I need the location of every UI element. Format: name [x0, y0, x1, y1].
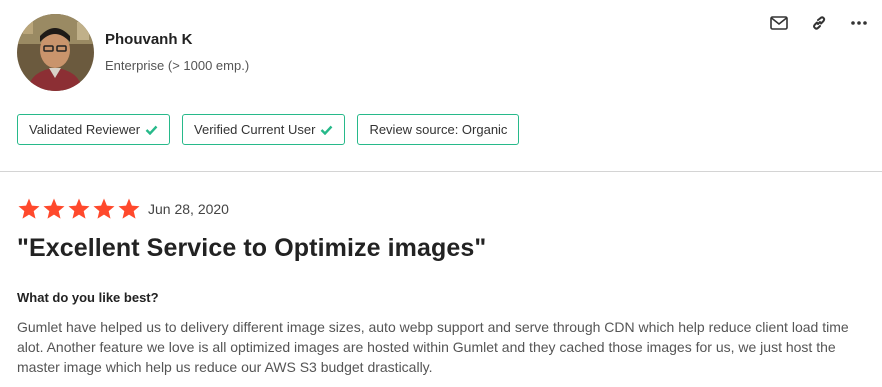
star-icon — [68, 198, 90, 219]
review-date: Jun 28, 2020 — [148, 201, 229, 217]
star-rating — [17, 197, 141, 221]
reviewer-name[interactable]: Phouvanh K — [105, 31, 193, 48]
answer-text: Gumlet have helped us to delivery differ… — [17, 319, 849, 375]
badge-label: Validated Reviewer — [29, 122, 141, 137]
reviewer-header: Phouvanh K Enterprise (> 1000 emp.) Vali… — [0, 0, 882, 172]
badge-label: Review source: Organic — [369, 122, 508, 137]
star-icon — [43, 198, 65, 219]
reviewer-badges: Validated Reviewer Verified Current User… — [17, 114, 520, 145]
mail-icon — [770, 16, 788, 30]
review-title[interactable]: "Excellent Service to Optimize images" — [17, 234, 486, 263]
company-size: Enterprise (> 1000 emp.) — [105, 58, 250, 73]
badge-verified-current-user[interactable]: Verified Current User — [182, 114, 346, 145]
avatar-photo — [17, 14, 94, 91]
check-icon — [145, 125, 158, 135]
copy-link-button[interactable] — [809, 13, 829, 33]
avatar[interactable] — [17, 14, 94, 91]
badge-validated-reviewer[interactable]: Validated Reviewer — [17, 114, 171, 145]
star-icon — [18, 198, 40, 219]
star-icon — [93, 198, 115, 219]
more-options-button[interactable] — [849, 13, 869, 33]
section-divider — [0, 171, 882, 172]
star-icon — [118, 198, 140, 219]
badge-review-source[interactable]: Review source: Organic — [357, 114, 520, 145]
email-button[interactable] — [769, 13, 789, 33]
badge-label: Verified Current User — [194, 122, 316, 137]
more-icon — [851, 21, 867, 25]
rating-row: Jun 28, 2020 — [17, 197, 229, 221]
question-label: What do you like best? — [17, 290, 159, 305]
check-icon — [320, 125, 333, 135]
review-actions — [769, 13, 869, 33]
link-icon — [813, 16, 826, 30]
